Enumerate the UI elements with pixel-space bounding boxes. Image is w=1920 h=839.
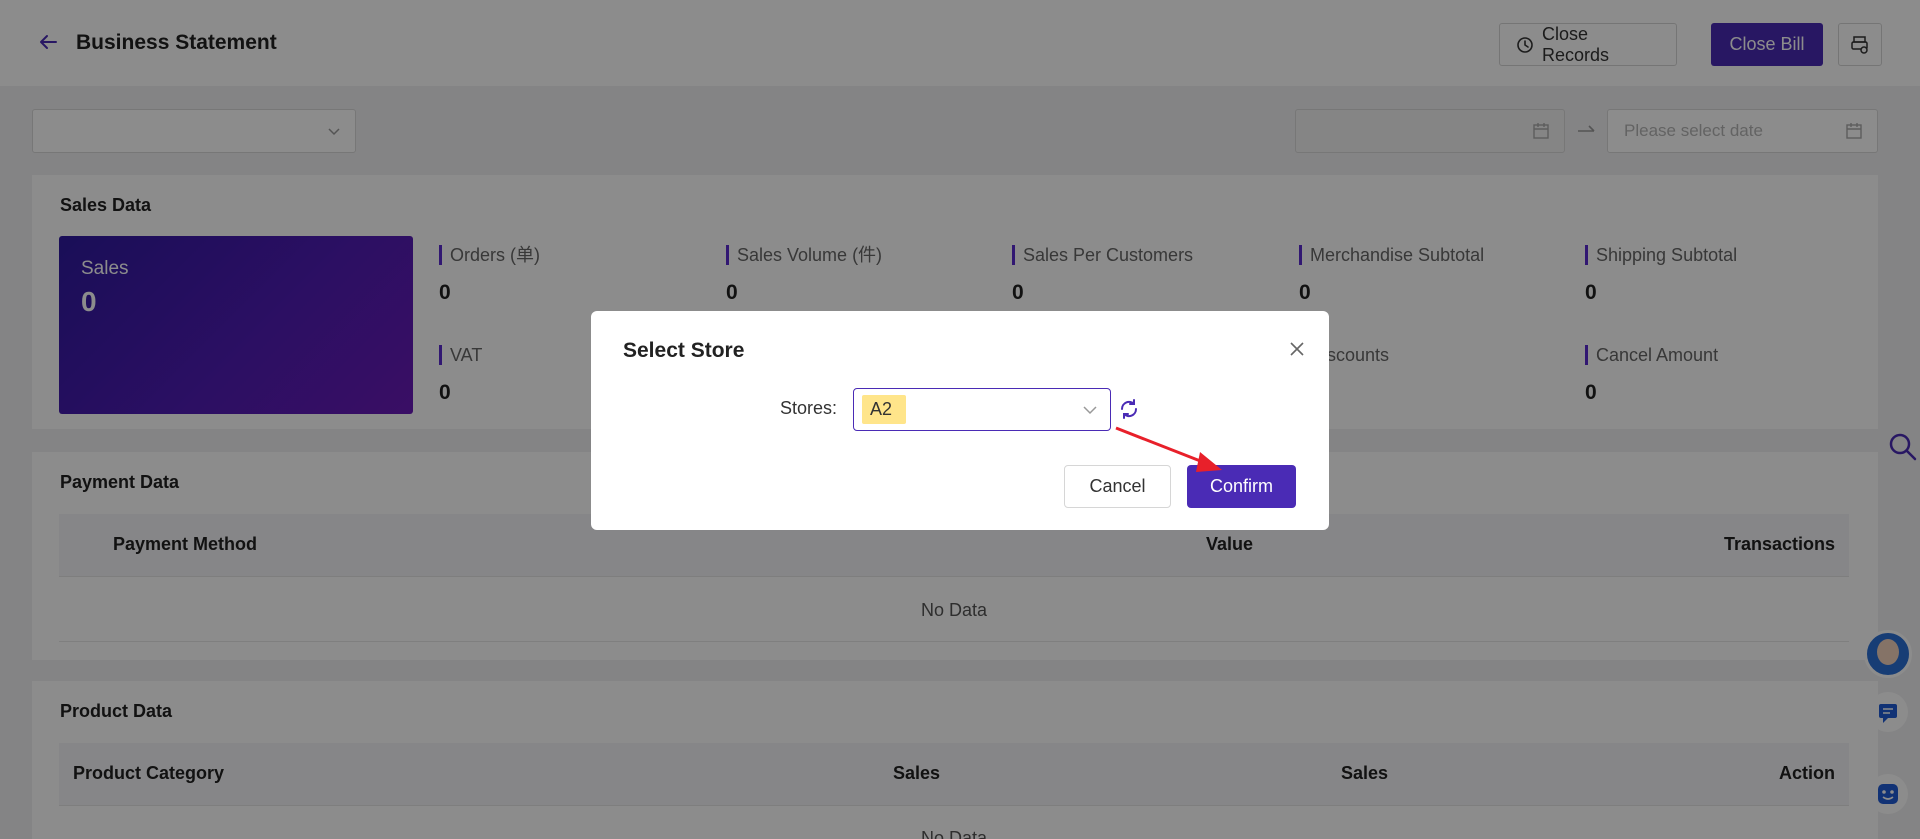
cancel-button[interactable]: Cancel xyxy=(1064,465,1171,508)
modal-title: Select Store xyxy=(623,339,745,362)
confirm-label: Confirm xyxy=(1209,476,1273,496)
stores-field-label: Stores: xyxy=(780,398,838,418)
store-select[interactable]: A2 xyxy=(853,388,1111,431)
confirm-button[interactable]: Confirm xyxy=(1187,465,1296,508)
cancel-label: Cancel xyxy=(1089,476,1146,496)
select-store-modal: Select Store Stores: A2 Cancel Confirm xyxy=(591,311,1329,530)
close-icon[interactable] xyxy=(1287,339,1307,359)
chevron-down-icon xyxy=(1083,406,1097,415)
selected-store-tag[interactable]: A2 xyxy=(862,395,906,424)
refresh-icon[interactable] xyxy=(1117,397,1141,421)
